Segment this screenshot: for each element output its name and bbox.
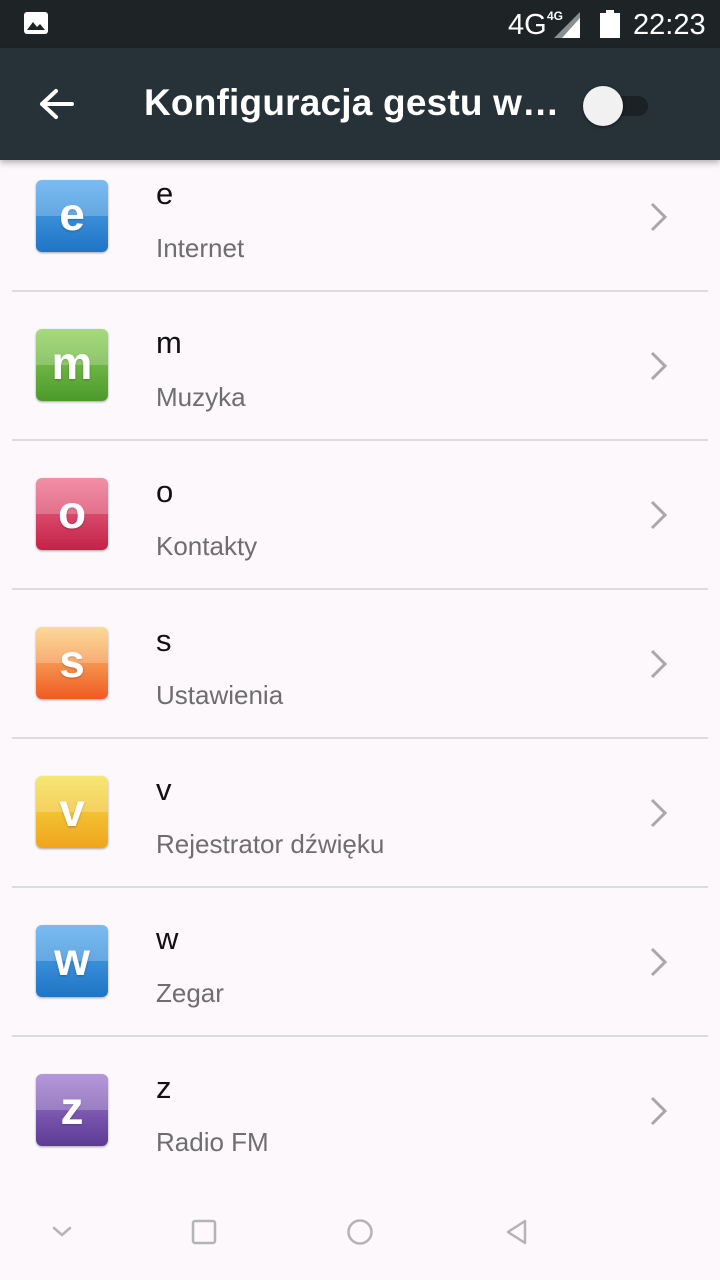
status-bar: 4G 4G 22:23 [0, 0, 720, 48]
list-item-e[interactable]: e e Internet [0, 140, 720, 288]
signal-icon [554, 12, 580, 38]
app-bar: Konfiguracja gestu w… [0, 48, 720, 160]
sound-recorder-app-icon: v [36, 776, 108, 848]
music-app-icon: m [36, 329, 108, 401]
settings-app-icon: s [36, 627, 108, 699]
gesture-letter: o [156, 474, 174, 509]
gesture-letter: z [156, 1070, 172, 1105]
master-toggle[interactable] [582, 86, 650, 126]
list-item-z[interactable]: z z Radio FM [0, 1037, 720, 1185]
chevron-right-icon [650, 947, 668, 977]
gesture-letter: v [156, 772, 172, 807]
chevron-right-icon [650, 202, 668, 232]
gesture-letter: w [156, 921, 179, 956]
contacts-app-icon: o [36, 478, 108, 550]
list-item-s[interactable]: s s Ustawienia [0, 590, 720, 738]
gesture-app-name: Muzyka [156, 382, 246, 412]
list-item-o[interactable]: o o Kontakty [0, 441, 720, 589]
gesture-letter: m [156, 325, 182, 360]
gesture-app-name: Zegar [156, 978, 224, 1008]
list-item-v[interactable]: v v Rejestrator dźwięku [0, 739, 720, 887]
arrow-back-icon [40, 89, 74, 119]
internet-app-icon: e [36, 180, 108, 252]
page-title: Konfiguracja gestu w… [144, 82, 560, 123]
network-type: 4G [508, 9, 547, 41]
gesture-letter: s [156, 623, 172, 658]
gesture-app-name: Radio FM [156, 1127, 269, 1157]
gesture-app-name: Rejestrator dźwięku [156, 829, 385, 859]
chevron-right-icon [650, 649, 668, 679]
chevron-right-icon [650, 500, 668, 530]
image-icon [24, 12, 48, 34]
gesture-app-name: Ustawienia [156, 680, 284, 710]
gesture-app-name: Kontakty [156, 531, 258, 561]
back-triangle-icon[interactable] [496, 1214, 536, 1250]
home-circle-icon[interactable] [340, 1214, 380, 1250]
radio-app-icon: z [36, 1074, 108, 1146]
back-button[interactable] [20, 68, 92, 140]
chevron-right-icon [650, 351, 668, 381]
gesture-letter: e [156, 176, 174, 211]
toggle-thumb [583, 86, 623, 126]
clock-app-icon: w [36, 925, 108, 997]
gesture-app-name: Internet [156, 233, 245, 263]
chevron-right-icon [650, 798, 668, 828]
clock: 22:23 [633, 9, 706, 41]
battery-icon [600, 10, 620, 38]
chevron-down-icon[interactable] [42, 1214, 82, 1250]
recents-square-icon[interactable] [184, 1214, 224, 1250]
chevron-right-icon [650, 1096, 668, 1126]
list-item-w[interactable]: w w Zegar [0, 888, 720, 1036]
list-item-m[interactable]: m m Muzyka [0, 292, 720, 440]
navigation-bar [0, 1184, 720, 1280]
